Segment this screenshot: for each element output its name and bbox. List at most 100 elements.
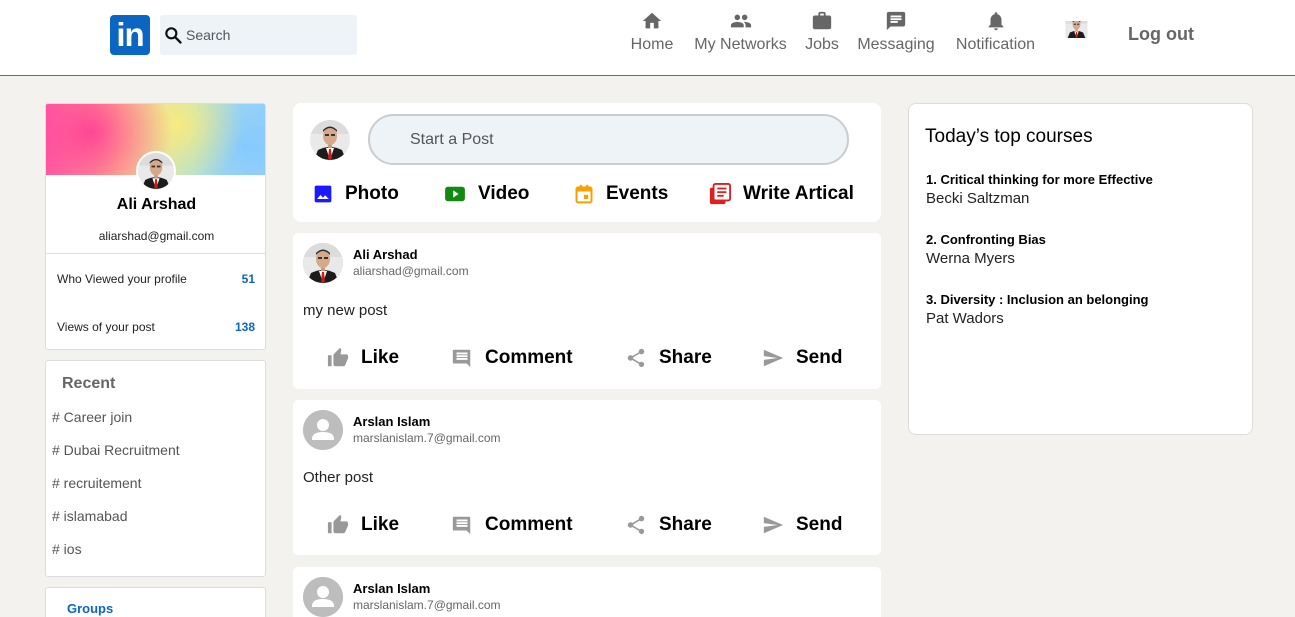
nav-label-messaging: Messaging — [857, 36, 935, 53]
courses-title: Today’s top courses — [925, 126, 1093, 147]
feed-post: Arslan Islam marslanislam.7@gmail.com Ot… — [293, 400, 881, 555]
start-post-placeholder: Start a Post — [410, 131, 494, 148]
course-author: Becki Saltzman — [926, 190, 1030, 207]
comment-icon — [451, 347, 473, 369]
events-label: Events — [606, 183, 669, 204]
course-author: Pat Wadors — [926, 310, 1004, 327]
nav-my-networks[interactable]: My Networks — [693, 10, 788, 62]
course-title[interactable]: 1. Critical thinking for more Effective — [926, 172, 1153, 187]
course-title[interactable]: 3. Diversity : Inclusion an belonging — [926, 292, 1148, 307]
course-title[interactable]: 2. Confronting Bias — [926, 232, 1046, 247]
recent-item[interactable]: # Dubai Recruitment — [52, 442, 180, 458]
recent-item[interactable]: # islamabad — [52, 508, 128, 524]
post-author-avatar[interactable] — [303, 577, 343, 617]
briefcase-icon — [812, 11, 832, 30]
nav-jobs[interactable]: Jobs — [805, 10, 839, 62]
user-avatar[interactable] — [1057, 21, 1096, 43]
video-icon — [445, 186, 465, 202]
recent-card: Recent # Career join # Dubai Recruitment… — [45, 360, 266, 577]
like-label: Like — [361, 347, 400, 368]
share-button[interactable]: Share — [625, 346, 712, 370]
divider — [46, 253, 265, 254]
post-author-name[interactable]: Arslan Islam — [353, 581, 430, 596]
post-author-avatar[interactable] — [303, 243, 343, 283]
nav-label-notification: Notification — [955, 36, 1036, 53]
events-button[interactable]: Events — [574, 182, 668, 206]
nav-notification[interactable]: Notification — [953, 10, 1038, 62]
like-button[interactable]: Like — [327, 346, 399, 370]
recent-item[interactable]: # Career join — [52, 409, 132, 425]
video-label: Video — [478, 183, 530, 204]
post-composer: Start a Post Photo Video Events Write Ar… — [293, 103, 881, 222]
recent-item[interactable]: # ios — [52, 541, 82, 557]
recent-title: Recent — [62, 375, 116, 392]
comment-label: Comment — [485, 347, 573, 368]
groups-link[interactable]: Groups — [67, 601, 113, 616]
linkedin-logo[interactable]: in — [110, 15, 150, 55]
share-icon — [625, 514, 647, 536]
post-author-avatar[interactable] — [303, 410, 343, 450]
calendar-icon — [575, 184, 593, 204]
send-icon — [762, 514, 784, 536]
logout-button[interactable]: Log out — [1128, 24, 1194, 45]
photo-button[interactable]: Photo — [313, 182, 399, 206]
article-icon — [709, 183, 731, 205]
start-post-input[interactable]: Start a Post — [368, 114, 849, 165]
recent-item[interactable]: # recruitement — [52, 475, 141, 491]
share-label: Share — [659, 514, 712, 535]
send-button[interactable]: Send — [762, 346, 842, 370]
composer-avatar — [310, 120, 350, 160]
like-button[interactable]: Like — [327, 513, 399, 537]
search-box[interactable] — [160, 15, 357, 55]
home-icon — [642, 12, 662, 29]
share-button[interactable]: Share — [625, 513, 712, 537]
like-label: Like — [361, 514, 400, 535]
people-icon — [730, 14, 751, 28]
profile-avatar[interactable] — [136, 151, 176, 191]
post-author-name[interactable]: Arslan Islam — [353, 414, 430, 429]
feed-post: Arslan Islam marslanislam.7@gmail.com — [293, 567, 881, 617]
send-label: Send — [796, 347, 843, 368]
profile-email: aliarshad@gmail.com — [98, 229, 215, 243]
share-icon — [625, 347, 647, 369]
post-author-email: marslanislam.7@gmail.com — [353, 431, 501, 445]
stat-value-post-views: 138 — [234, 320, 255, 334]
send-label: Send — [796, 514, 843, 535]
photo-icon — [314, 185, 332, 203]
stat-label-profile-views[interactable]: Who Viewed your profile — [57, 272, 187, 286]
photo-label: Photo — [345, 183, 399, 204]
comment-icon — [451, 514, 473, 536]
share-label: Share — [659, 347, 712, 368]
like-icon — [327, 514, 349, 536]
write-article-button[interactable]: Write Artical — [709, 182, 854, 206]
course-author: Werna Myers — [926, 250, 1015, 267]
like-icon — [327, 347, 349, 369]
send-button[interactable]: Send — [762, 513, 842, 537]
profile-card: Ali Arshad aliarshad@gmail.com Who Viewe… — [45, 103, 266, 350]
post-text: Other post — [303, 469, 374, 486]
top-navbar: in Home My Networks Jobs Messaging Notif… — [0, 0, 1295, 76]
search-input[interactable] — [186, 25, 346, 45]
post-author-name[interactable]: Ali Arshad — [353, 247, 418, 262]
nav-home[interactable]: Home — [630, 10, 674, 62]
feed-post: Ali Arshad aliarshad@gmail.com my new po… — [293, 233, 881, 389]
comment-button[interactable]: Comment — [451, 346, 573, 370]
groups-card: Groups — [45, 587, 266, 617]
nav-label-home: Home — [630, 36, 674, 53]
video-button[interactable]: Video — [444, 182, 529, 206]
stat-label-post-views[interactable]: Views of your post — [57, 320, 155, 334]
bell-icon — [988, 12, 1003, 31]
profile-name[interactable]: Ali Arshad — [46, 196, 265, 214]
comment-button[interactable]: Comment — [451, 513, 573, 537]
nav-label-networks: My Networks — [694, 36, 787, 53]
nav-messaging[interactable]: Messaging — [857, 10, 935, 62]
nav-label-jobs: Jobs — [805, 36, 839, 53]
comment-label: Comment — [485, 514, 573, 535]
send-icon — [762, 347, 784, 369]
post-author-email: aliarshad@gmail.com — [353, 264, 469, 278]
search-icon — [165, 27, 182, 44]
message-icon — [886, 11, 906, 31]
post-author-email: marslanislam.7@gmail.com — [353, 598, 501, 612]
stat-value-profile-views: 51 — [241, 272, 255, 286]
top-courses-card: Today’s top courses 1. Critical thinking… — [908, 103, 1253, 435]
